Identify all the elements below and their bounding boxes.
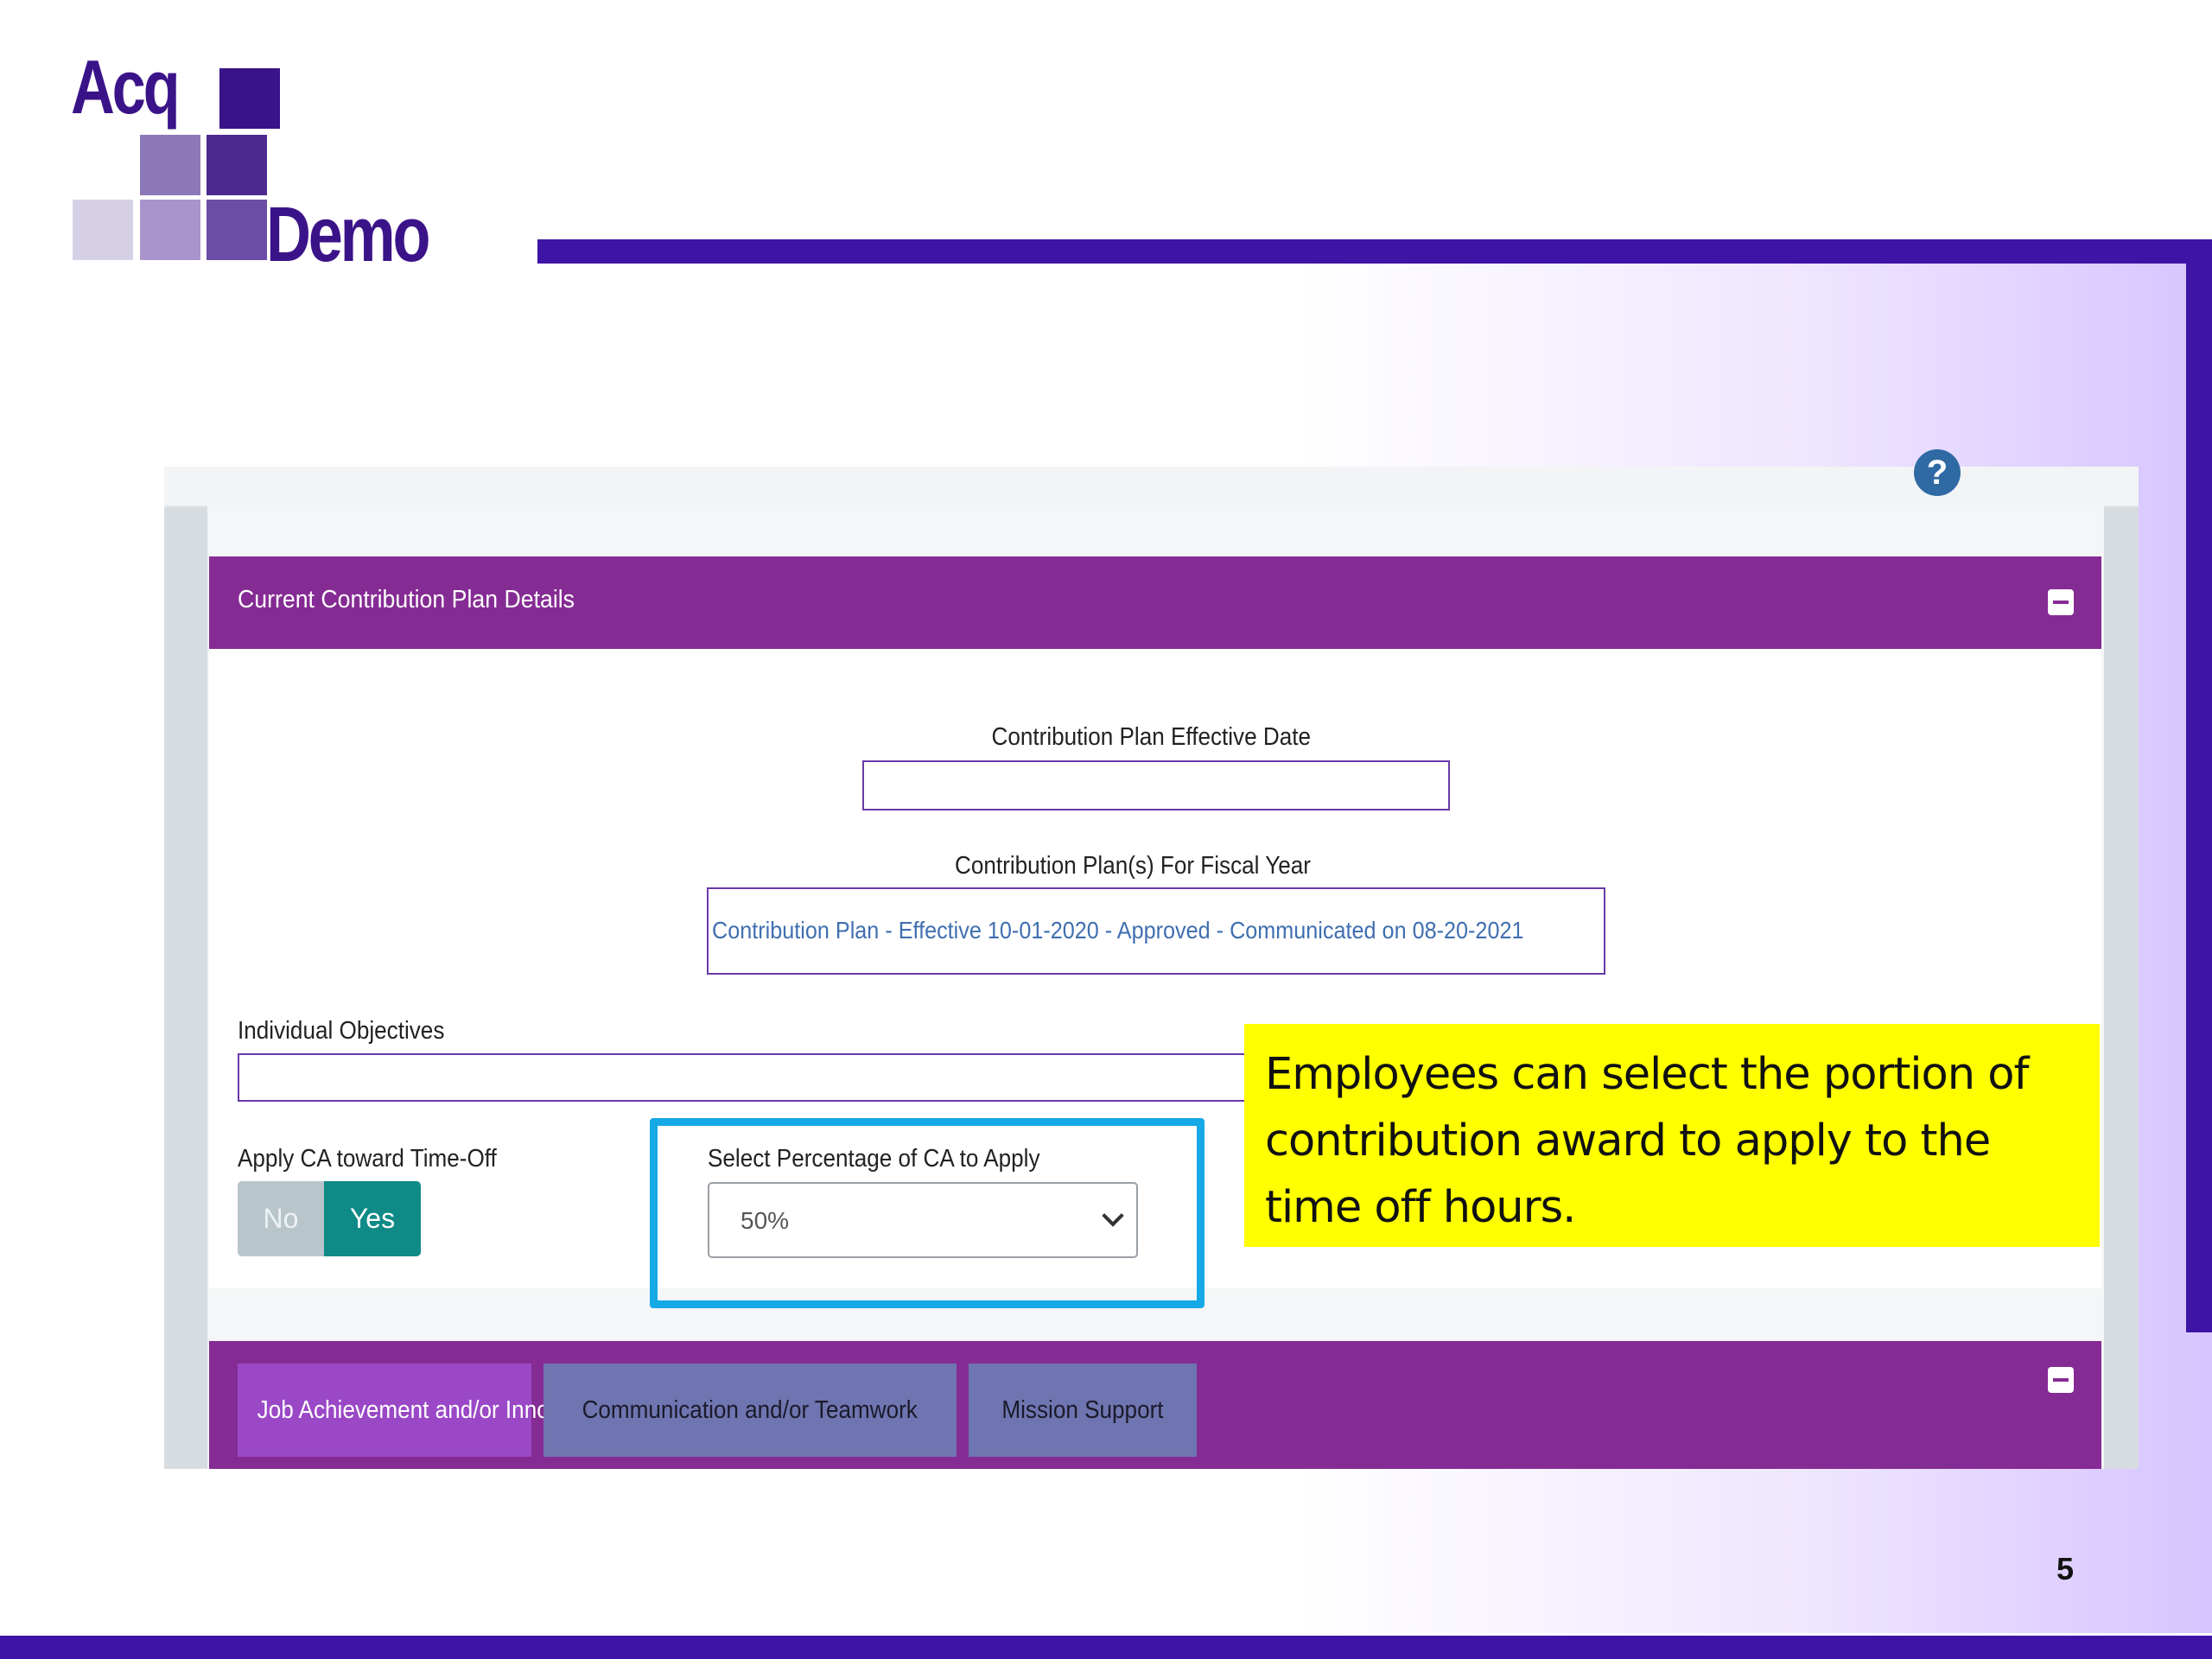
right-accent-bar — [2186, 239, 2212, 1332]
panel-title: Current Contribution Plan Details — [238, 586, 575, 613]
minus-square-icon[interactable] — [2048, 589, 2074, 615]
effective-date-field[interactable] — [862, 760, 1450, 810]
effective-date-label: Contribution Plan Effective Date — [991, 723, 1312, 751]
logo-square — [219, 68, 280, 129]
logo-square — [140, 135, 200, 195]
tab-label: Communication and/or Teamwork — [582, 1396, 918, 1424]
fiscal-year-plans-field[interactable]: Contribution Plan - Effective 10-01-2020… — [707, 887, 1605, 975]
tab-communication[interactable]: Communication and/or Teamwork — [543, 1363, 957, 1457]
fiscal-year-plan-link[interactable]: Contribution Plan - Effective 10-01-2020… — [712, 917, 1523, 944]
tab-mission-support[interactable]: Mission Support — [969, 1363, 1197, 1457]
apply-ca-label: Apply CA toward Time-Off — [238, 1145, 497, 1173]
logo-square — [207, 200, 267, 260]
apply-ca-toggle[interactable]: No Yes — [238, 1181, 421, 1256]
fiscal-year-plans-label: Contribution Plan(s) For Fiscal Year — [955, 852, 1311, 880]
callout-note: Employees can select the portion of cont… — [1244, 1024, 2100, 1247]
individual-objectives-label: Individual Objectives — [238, 1017, 445, 1045]
tab-job-achievement[interactable]: Job Achievement and/or Innovation — [238, 1363, 609, 1457]
logo-square — [140, 200, 200, 260]
logo-square — [207, 135, 267, 195]
bottom-bar — [0, 1636, 2212, 1659]
header-bar — [537, 239, 2212, 264]
percentage-select-value: 50% — [741, 1207, 790, 1234]
toggle-no-option[interactable]: No — [238, 1181, 324, 1256]
logo-text-demo: Demo — [266, 192, 430, 278]
logo-text-acq: Acq — [71, 44, 181, 130]
panel-header: Current Contribution Plan Details — [209, 556, 2101, 649]
toggle-yes-option[interactable]: Yes — [324, 1181, 421, 1256]
page-number: 5 — [2056, 1551, 2075, 1586]
form-layer: Current Contribution Plan Details Contri… — [164, 467, 2139, 1469]
tab-label: Mission Support — [1001, 1396, 1164, 1424]
minus-square-icon[interactable] — [2048, 1367, 2074, 1393]
logo-square — [73, 200, 133, 260]
tab-bar: Job Achievement and/or Innovation Commun… — [209, 1341, 2101, 1469]
acqdemo-logo: Acq Demo — [69, 44, 475, 275]
chevron-down-icon — [1102, 1205, 1124, 1227]
individual-objectives-field[interactable] — [238, 1053, 1249, 1102]
percentage-select[interactable]: 50% — [708, 1182, 1138, 1258]
callout-text: Employees can select the portion of cont… — [1265, 1049, 2029, 1233]
